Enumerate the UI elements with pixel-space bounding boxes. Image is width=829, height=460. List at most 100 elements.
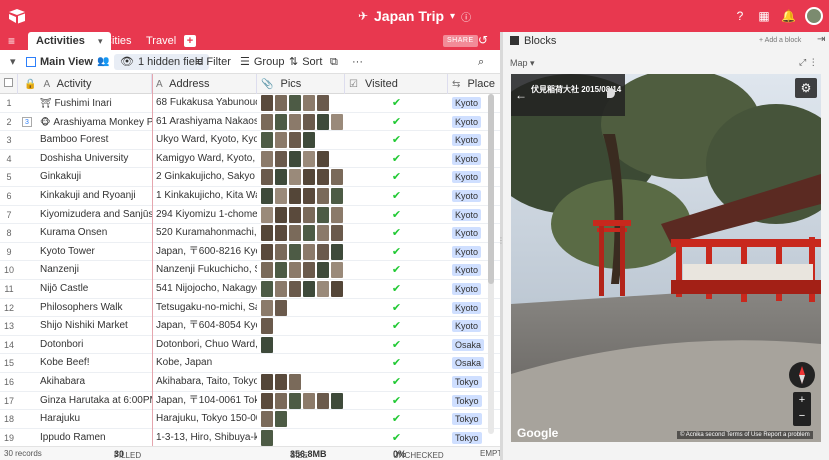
activity-cell[interactable]: Kiyomizudera and Sanjūsan... <box>36 206 152 224</box>
place-tag[interactable]: Kyoto <box>452 227 482 240</box>
table-row[interactable]: 7 Kiyomizudera and Sanjūsan...294 Kiyomiz… <box>0 205 500 225</box>
place-cell[interactable]: Osaka <box>448 354 488 372</box>
address-cell[interactable]: Nanzenji Fukuchicho, Sa... <box>152 261 257 279</box>
attachment-thumbnail[interactable] <box>289 206 301 223</box>
attachment-thumbnail[interactable] <box>275 299 287 316</box>
avatar[interactable] <box>805 7 823 25</box>
visited-checkbox[interactable]: ✔ <box>345 261 448 279</box>
vertical-scrollbar[interactable] <box>488 94 494 434</box>
place-tag[interactable]: Osaka <box>452 357 485 370</box>
attachment-thumbnail[interactable] <box>303 132 315 149</box>
address-cell[interactable]: Ukyo Ward, Kyoto, Kyoto... <box>152 131 257 149</box>
pics-cell[interactable] <box>257 168 345 186</box>
address-cell[interactable]: Harajuku, Tokyo 150-00... <box>152 410 257 428</box>
attachment-thumbnail[interactable] <box>303 113 315 130</box>
pics-cell[interactable] <box>257 354 345 372</box>
zoom-out-button[interactable]: − <box>793 408 811 424</box>
attachment-thumbnail[interactable] <box>303 225 315 242</box>
table-row[interactable]: 9 Kyoto Tower Japan, 〒600-8216 Kyoto... ✔ Ky… <box>0 242 500 262</box>
activity-cell[interactable]: Bamboo Forest <box>36 131 152 149</box>
gear-icon[interactable]: ⚙ <box>795 78 817 98</box>
attachment-thumbnail[interactable] <box>275 113 287 130</box>
table-row[interactable]: 10 Nanzenji Nanzenji Fukuchicho, Sa... ✔ Kyo… <box>0 261 500 280</box>
place-tag[interactable]: Kyoto <box>452 320 482 333</box>
activity-cell[interactable]: Ginkakuji <box>36 168 152 186</box>
attachment-thumbnail[interactable] <box>261 188 273 204</box>
visited-checkbox[interactable]: ✔ <box>345 206 448 224</box>
pics-cell[interactable] <box>257 373 345 391</box>
visited-checkbox[interactable]: ✔ <box>345 317 448 335</box>
attachment-thumbnail[interactable] <box>275 225 287 242</box>
attachment-thumbnail[interactable] <box>261 243 273 260</box>
attachment-thumbnail[interactable] <box>317 281 329 297</box>
table-row[interactable]: 15 Kobe Beef! Kobe, Japan ✔ Osaka <box>0 354 500 373</box>
tab-cities[interactable]: Cities <box>96 32 140 50</box>
table-row[interactable]: 23 🐵Arashiyama Monkey Park61 Arashiyama N… <box>0 112 500 132</box>
attachment-thumbnail[interactable] <box>317 225 329 242</box>
visited-checkbox[interactable]: ✔ <box>345 373 448 391</box>
address-cell[interactable]: Kamigyo Ward, Kyoto, K... <box>152 150 257 168</box>
visited-checkbox[interactable]: ✔ <box>345 94 448 112</box>
activity-cell[interactable]: Kinkakuji and Ryoanji <box>36 187 152 205</box>
place-tag[interactable]: Kyoto <box>452 301 482 314</box>
attachment-thumbnail[interactable] <box>261 392 273 409</box>
place-tag[interactable]: Kyoto <box>452 283 482 295</box>
attachment-thumbnail[interactable] <box>331 392 343 409</box>
attachment-thumbnail[interactable] <box>331 262 343 279</box>
activity-cell[interactable]: Ippudo Ramen <box>36 429 152 446</box>
column-header-place[interactable]: ⇆ Place <box>448 74 500 94</box>
add-block-button[interactable]: + Add a block <box>759 37 801 44</box>
empty-summary[interactable]: EMPT <box>480 449 502 458</box>
attachment-thumbnail[interactable] <box>331 225 343 242</box>
activity-cell[interactable]: Ginza Harutaka at 6:00PM-... <box>36 392 152 410</box>
add-table-button[interactable]: + <box>184 35 196 47</box>
history-icon[interactable]: ↺ <box>478 33 488 47</box>
place-tag[interactable]: Osaka <box>452 338 485 351</box>
place-cell[interactable]: Kyoto <box>448 261 488 279</box>
attachment-thumbnail[interactable] <box>317 188 329 204</box>
attachment-thumbnail[interactable] <box>261 374 273 390</box>
visited-checkbox[interactable]: ✔ <box>345 168 448 186</box>
attachment-thumbnail[interactable] <box>261 299 273 316</box>
attachment-thumbnail[interactable] <box>289 188 301 204</box>
place-cell[interactable]: Tokyo <box>448 392 488 410</box>
attachment-thumbnail[interactable] <box>261 318 273 335</box>
attachment-thumbnail[interactable] <box>331 281 343 297</box>
visited-checkbox[interactable]: ✔ <box>345 224 448 242</box>
place-cell[interactable]: Kyoto <box>448 243 488 261</box>
address-cell[interactable]: Kobe, Japan <box>152 354 257 372</box>
activity-cell[interactable]: Harajuku <box>36 410 152 428</box>
table-row[interactable]: 16 Akihabara Akihabara, Taito, Tokyo 1... ✔… <box>0 373 500 392</box>
sort-button[interactable]: ⇅ Sort <box>289 54 322 70</box>
address-cell[interactable]: Japan, 〒104-0061 Tokyo... <box>152 392 257 410</box>
pics-cell[interactable] <box>257 299 345 317</box>
attachment-thumbnail[interactable] <box>317 150 329 167</box>
attachment-thumbnail[interactable] <box>303 169 315 186</box>
more-options-icon[interactable]: ··· <box>352 54 363 70</box>
place-cell[interactable]: Kyoto <box>448 280 488 298</box>
visited-checkbox[interactable]: ✔ <box>345 243 448 261</box>
pics-cell[interactable] <box>257 261 345 279</box>
place-cell[interactable]: Kyoto <box>448 224 488 242</box>
attachment-thumbnail[interactable] <box>275 169 287 186</box>
attachment-thumbnail[interactable] <box>331 206 343 223</box>
attachment-thumbnail[interactable] <box>289 243 301 260</box>
pics-cell[interactable] <box>257 224 345 242</box>
table-row[interactable]: 17 Ginza Harutaka at 6:00PM-...Japan, 〒10… <box>0 391 500 411</box>
attachment-thumbnail[interactable] <box>331 113 343 130</box>
activity-cell[interactable]: Akihabara <box>36 373 152 391</box>
attachment-thumbnail[interactable] <box>289 95 301 111</box>
place-tag[interactable]: Tokyo <box>452 431 482 444</box>
pics-cell[interactable] <box>257 410 345 428</box>
attachment-thumbnail[interactable] <box>261 150 273 167</box>
table-row[interactable]: 19 Ippudo Ramen 1-3-13, Hiro, Shibuya-ku,.… <box>0 428 500 446</box>
address-cell[interactable]: Japan, 〒604-8054 Kyoto... <box>152 317 257 335</box>
pics-cell[interactable] <box>257 243 345 261</box>
table-row[interactable]: 3 Bamboo Forest Ukyo Ward, Kyoto, Kyoto...… <box>0 131 500 150</box>
pics-cell[interactable] <box>257 336 345 354</box>
attachment-thumbnail[interactable] <box>261 225 273 242</box>
attachment-thumbnail[interactable] <box>317 95 329 111</box>
place-cell[interactable]: Osaka <box>448 336 488 354</box>
attachment-thumbnail[interactable] <box>261 429 273 446</box>
expand-record-icon[interactable]: 3 <box>22 116 32 127</box>
